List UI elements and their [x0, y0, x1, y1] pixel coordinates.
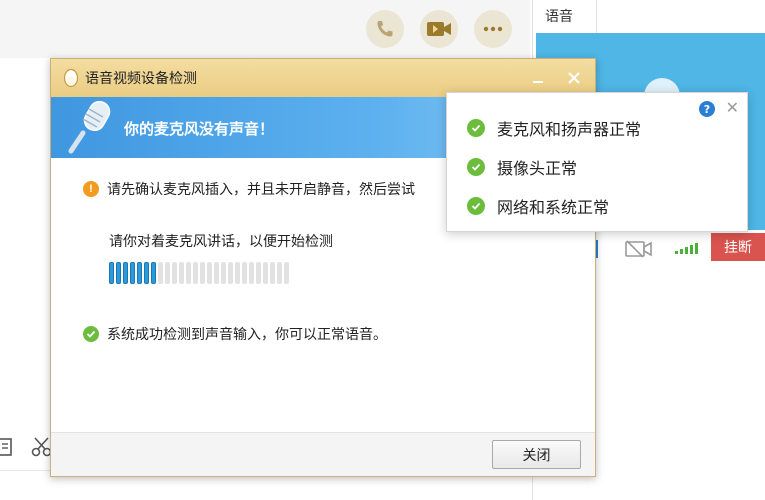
video-camera-icon — [427, 22, 451, 36]
volume-meter-segment — [137, 262, 142, 284]
volume-meter-segment — [172, 262, 177, 284]
device-status-popup: ? ✕ 麦克风和扬声器正常 摄像头正常 网络和系统正常 — [446, 92, 748, 232]
more-options-button[interactable] — [474, 10, 512, 48]
volume-meter-segment — [249, 262, 254, 284]
volume-meter-segment — [228, 262, 233, 284]
success-text: 系统成功检测到声音输入，你可以正常语音。 — [107, 326, 387, 342]
voice-tab[interactable]: 语音 — [533, 0, 597, 33]
penguin-logo-icon — [63, 68, 79, 88]
status-item-label: 摄像头正常 — [497, 161, 578, 178]
status-item: 麦克风和扬声器正常 — [467, 116, 641, 140]
more-icon — [483, 26, 503, 32]
banner-message: 你的麦克风没有声音！ — [124, 121, 275, 138]
volume-meter-segment — [144, 262, 149, 284]
microphone-icon — [68, 100, 111, 154]
instruction-row: 请你对着麦克风讲话，以便开始检测 — [109, 231, 333, 251]
check-icon — [467, 158, 485, 176]
volume-meter-segment — [193, 262, 198, 284]
hangup-button[interactable]: 挂断 — [711, 233, 765, 261]
dialog-title: 语音视频设备检测 — [85, 70, 197, 86]
volume-meter-segment — [270, 262, 275, 284]
volume-meter-segment — [214, 262, 219, 284]
success-row: 系统成功检测到声音输入，你可以正常语音。 — [83, 324, 387, 344]
voice-call-button[interactable] — [366, 10, 404, 48]
volume-meter-segment — [242, 262, 247, 284]
volume-meter-segment — [179, 262, 184, 284]
status-item: 摄像头正常 — [467, 155, 577, 179]
volume-meter-segment — [256, 262, 261, 284]
volume-meter-segment — [130, 262, 135, 284]
status-item-label: 网络和系统正常 — [497, 200, 610, 217]
check-icon — [467, 197, 485, 215]
camera-off-button[interactable] — [624, 238, 654, 264]
warning-row: ! 请先确认麦克风插入，并且未开启静音，然后尝试 — [83, 179, 415, 199]
volume-meter-segment — [277, 262, 282, 284]
status-item: 网络和系统正常 — [467, 194, 609, 218]
volume-meter-segment — [123, 262, 128, 284]
volume-meter-segment — [186, 262, 191, 284]
volume-meter-segment — [165, 262, 170, 284]
close-icon — [568, 72, 580, 84]
instruction-text: 请你对着麦克风讲话，以便开始检测 — [109, 233, 333, 249]
dialog-footer: 关闭 — [51, 432, 595, 476]
dialog-close-button[interactable] — [563, 67, 585, 89]
volume-meter-segment — [109, 262, 114, 284]
warning-icon: ! — [83, 181, 99, 197]
file-icon[interactable] — [0, 437, 14, 457]
volume-meter-segment — [151, 262, 156, 284]
volume-meter-segment — [158, 262, 163, 284]
warning-text: 请先确认麦克风插入，并且未开启静音，然后尝试 — [107, 181, 415, 197]
volume-meter — [109, 262, 289, 284]
phone-icon — [377, 21, 393, 37]
minimize-button[interactable] — [527, 67, 549, 89]
signal-strength-icon — [674, 240, 700, 259]
volume-meter-segment — [221, 262, 226, 284]
volume-meter-segment — [263, 262, 268, 284]
camera-off-icon — [625, 240, 652, 258]
popup-close-icon[interactable]: ✕ — [726, 98, 739, 117]
volume-meter-segment — [284, 262, 289, 284]
volume-meter-segment — [207, 262, 212, 284]
volume-meter-segment — [235, 262, 240, 284]
check-icon — [83, 326, 99, 342]
close-button[interactable]: 关闭 — [492, 440, 581, 469]
volume-meter-segment — [200, 262, 205, 284]
video-call-button[interactable] — [420, 10, 458, 48]
minimize-icon — [533, 81, 543, 83]
volume-meter-segment — [116, 262, 121, 284]
status-item-label: 麦克风和扬声器正常 — [497, 122, 642, 139]
check-icon — [467, 119, 485, 137]
help-icon[interactable]: ? — [699, 101, 715, 117]
